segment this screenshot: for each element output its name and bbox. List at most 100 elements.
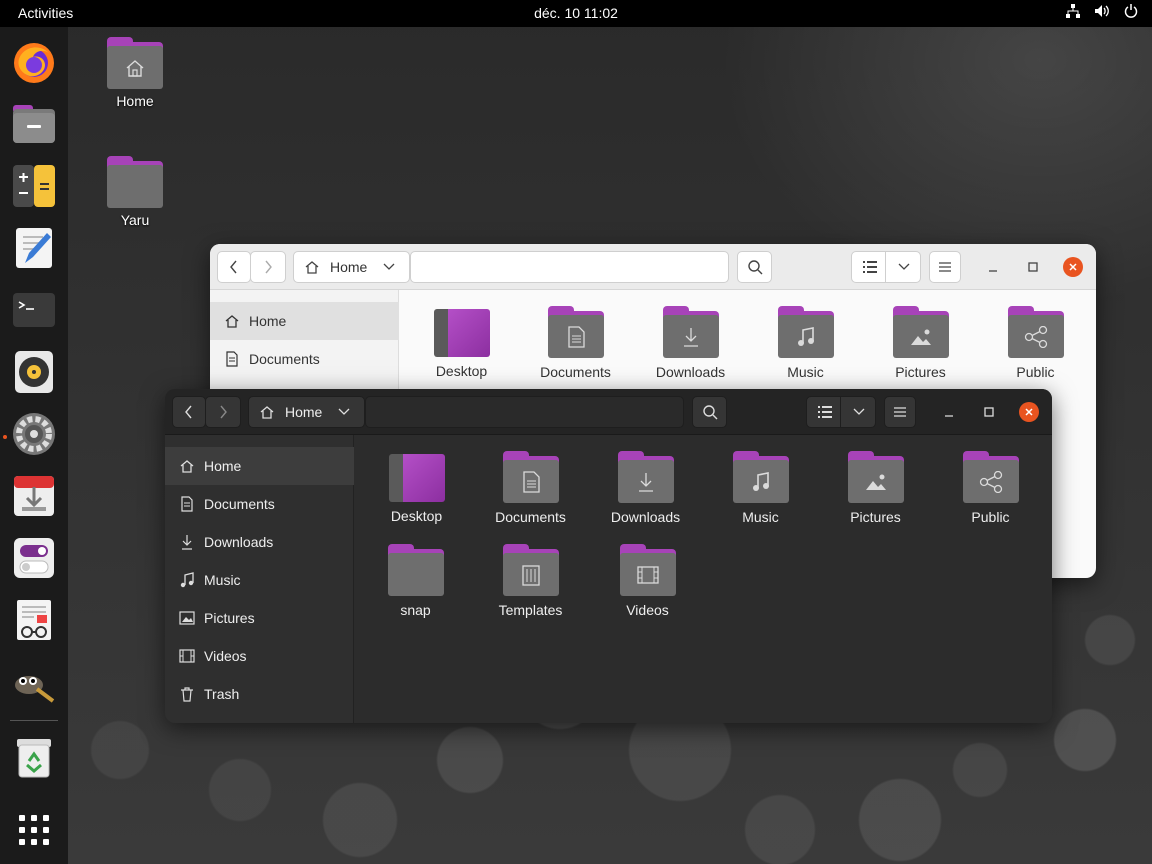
sidebar-item-downloads[interactable]: Downloads [165,523,354,561]
rhythmbox-icon[interactable] [11,349,57,395]
file-label: Pictures [850,509,901,525]
sidebar-item-pictures[interactable]: Pictures [165,599,354,637]
header-bar: Home [210,244,1096,290]
chevron-left-icon [185,405,192,419]
gimp-icon[interactable] [11,659,57,705]
clock-container: déc. 10 11:02 [0,5,1152,21]
text-editor-icon[interactable] [11,225,57,271]
software-updater-icon[interactable] [11,473,57,519]
videos-folder-icon [619,544,676,596]
download-icon [182,535,192,550]
chevron-down-icon[interactable] [898,263,910,271]
top-bar: Activities déc. 10 11:02 [0,0,1152,27]
document-viewer-icon[interactable] [11,597,57,643]
location-field[interactable] [410,251,729,283]
list-view-icon[interactable] [818,406,832,418]
desktop-icon-label: Home [116,93,154,109]
sidebar-item-label: Documents [204,496,275,512]
home-icon [305,261,319,274]
maximize-button[interactable] [976,396,1002,428]
firefox-icon[interactable] [11,39,57,85]
desktop-icon-home[interactable]: Home [95,37,175,109]
system-tray[interactable] [1066,4,1138,18]
desktop-folder-icon [388,454,445,502]
sidebar-item-trash[interactable]: Trash [165,675,354,713]
list-view-icon[interactable] [863,261,877,273]
document-icon [181,496,193,512]
file-item-music[interactable]: Music [708,451,813,525]
sidebar-item-documents[interactable]: Documents [165,485,354,523]
path-home-button[interactable]: Home [248,396,365,428]
forward-button[interactable] [205,396,241,428]
documents-folder-icon [547,306,604,358]
file-label: Templates [498,602,563,618]
sidebar-item-label: Home [249,313,287,329]
minimize-button[interactable] [936,396,962,428]
file-item-desktop[interactable]: Desktop [409,306,514,379]
file-label: Videos [626,602,669,618]
hamburger-menu-icon [894,407,906,417]
forward-button[interactable] [250,251,286,283]
downloads-folder-icon [617,451,674,503]
volume-icon[interactable] [1094,4,1110,18]
file-label: Music [787,364,824,380]
file-item-videos[interactable]: Videos [595,544,700,618]
calculator-icon[interactable] [11,163,57,209]
close-button[interactable] [1019,402,1039,422]
file-item-downloads[interactable]: Downloads [638,306,743,380]
close-button[interactable] [1063,257,1083,277]
desktop-icon-yaru[interactable]: Yaru [95,156,175,228]
file-item-pictures[interactable]: Pictures [823,451,928,525]
files-app-icon[interactable] [11,101,57,147]
settings-icon[interactable] [11,411,57,457]
minimize-button[interactable] [980,251,1006,283]
file-item-documents[interactable]: Documents [478,451,583,525]
sidebar-item-home[interactable]: Home [165,447,354,485]
clock[interactable]: déc. 10 11:02 [534,5,618,21]
file-item-music[interactable]: Music [753,306,858,380]
file-item-downloads[interactable]: Downloads [593,451,698,525]
network-icon[interactable] [1066,4,1080,18]
search-button[interactable] [692,396,727,428]
back-button[interactable] [217,251,251,283]
tweaks-icon[interactable] [11,535,57,581]
sidebar-item-documents[interactable]: Documents [210,340,399,378]
activities-button[interactable]: Activities [18,5,73,21]
maximize-button[interactable] [1020,251,1046,283]
documents-folder-icon [502,451,559,503]
menu-button[interactable] [929,251,961,283]
downloads-folder-icon [662,306,719,358]
header-bar: Home [165,389,1052,435]
file-item-documents[interactable]: Documents [523,306,628,380]
running-indicator [3,435,7,439]
file-item-pictures[interactable]: Pictures [868,306,973,380]
files-window-dark[interactable]: Home Home Documents Downloads Music Pict… [165,389,1052,723]
file-label: Documents [540,364,611,380]
sidebar-item-music[interactable]: Music [165,561,354,599]
file-item-templates[interactable]: Templates [478,544,583,618]
view-toggle-group[interactable] [851,251,921,283]
chevron-down-icon[interactable] [853,408,865,416]
sidebar-item-label: Videos [204,648,247,664]
sidebar-item-videos[interactable]: Videos [165,637,354,675]
file-item-desktop[interactable]: Desktop [364,451,469,524]
maximize-icon [984,407,994,417]
location-field[interactable] [365,396,684,428]
power-icon[interactable] [1124,4,1138,18]
path-home-button[interactable]: Home [293,251,410,283]
sidebar-item-label: Downloads [204,534,274,550]
file-item-public[interactable]: Public [983,306,1088,380]
templates-folder-icon [502,544,559,596]
back-button[interactable] [172,396,206,428]
show-apps-icon[interactable] [11,807,57,853]
search-button[interactable] [737,251,772,283]
trash-icon[interactable] [11,735,57,781]
file-item-snap[interactable]: snap [363,544,468,618]
file-item-public[interactable]: Public [938,451,1043,525]
view-toggle-group[interactable] [806,396,876,428]
sidebar-item-home[interactable]: Home [210,302,399,340]
picture-icon [179,611,195,625]
terminal-icon[interactable] [11,287,57,333]
public-folder-icon [1007,306,1064,358]
menu-button[interactable] [884,396,916,428]
